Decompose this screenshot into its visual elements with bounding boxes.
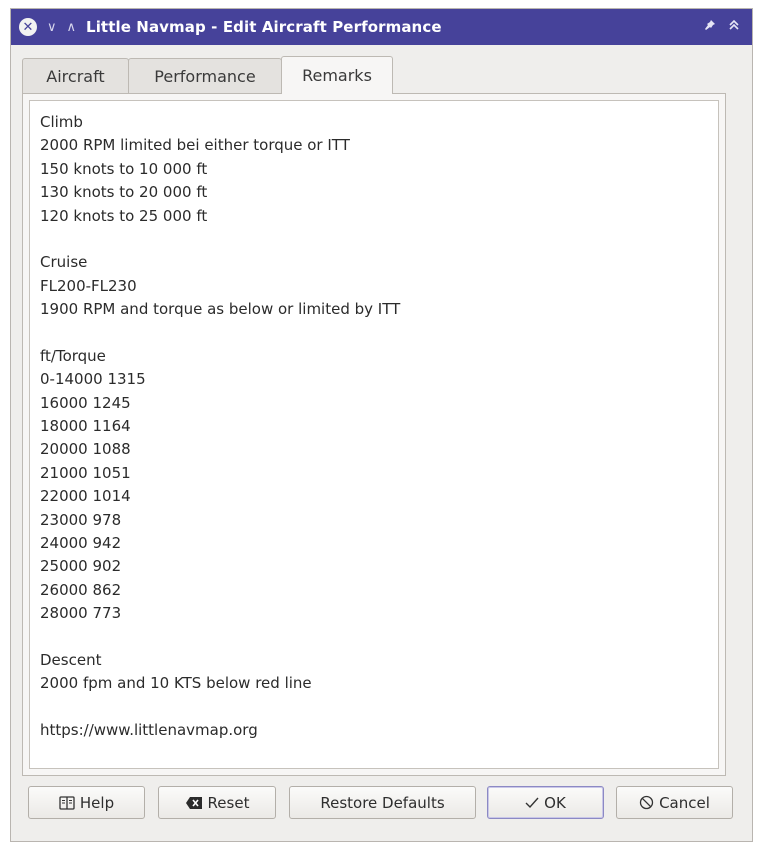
backspace-icon (185, 796, 203, 810)
ok-button-label: OK (544, 793, 566, 812)
ok-button[interactable]: OK (487, 786, 604, 819)
remarks-line: 24000 942 (40, 534, 122, 553)
remarks-line: 18000 1164 (40, 417, 131, 436)
tab-performance[interactable]: Performance (128, 58, 282, 94)
remarks-line: 150 knots to 10 000 ft (40, 159, 208, 178)
checkmark-icon (525, 797, 539, 809)
keep-above-icon[interactable] (728, 19, 740, 35)
help-button-label: Help (79, 793, 115, 812)
remarks-line (40, 228, 718, 251)
remarks-text-area[interactable]: Climb 2000 RPM limited bei either torque … (29, 100, 719, 769)
remarks-line: 23000 978 (40, 510, 122, 529)
chevron-down-icon[interactable]: ∨ (47, 21, 57, 34)
remarks-line: 130 knots to 20 000 ft (40, 183, 208, 202)
remarks-line: 16000 1245 (40, 393, 131, 412)
remarks-line: 20000 1088 (40, 440, 131, 459)
chevron-up-icon[interactable]: ∧ (67, 21, 77, 34)
remarks-line: 28000 773 (40, 604, 122, 623)
remarks-line: Descent (40, 650, 102, 669)
remarks-line: 0-14000 1315 (40, 370, 146, 389)
remarks-line: 1900 RPM and torque as below or limited … (40, 300, 401, 319)
remarks-line: Cruise (40, 253, 88, 272)
help-icon (59, 795, 75, 810)
remarks-line: ft/Torque (40, 346, 106, 365)
restore-defaults-button[interactable]: Restore Defaults (289, 786, 476, 819)
tab-bar: Aircraft Performance Remarks (22, 56, 393, 94)
remarks-line: 26000 862 (40, 580, 122, 599)
cancel-button-label: Cancel (659, 793, 710, 812)
remarks-line: 22000 1014 (40, 487, 131, 506)
pin-icon[interactable] (704, 19, 716, 35)
remarks-line (40, 626, 718, 649)
remarks-line (40, 696, 718, 719)
remarks-line: 2000 RPM limited bei either torque or IT… (40, 136, 350, 155)
button-bar: Help Reset Restore Defaults OK Cancel (28, 786, 734, 820)
restore-defaults-label: Restore Defaults (320, 793, 445, 812)
cancel-button[interactable]: Cancel (616, 786, 733, 819)
remarks-line: 2000 fpm and 10 KTS below red line (40, 674, 312, 693)
remarks-line: FL200-FL230 (40, 276, 137, 295)
reset-button-label: Reset (207, 793, 250, 812)
remarks-line: https://www.littlenavmap.org (40, 721, 258, 740)
remarks-line: 120 knots to 25 000 ft (40, 206, 208, 225)
help-button[interactable]: Help (28, 786, 145, 819)
remarks-line: Climb (40, 113, 83, 131)
window-title: Little Navmap - Edit Aircraft Performanc… (86, 18, 442, 36)
tab-aircraft[interactable]: Aircraft (22, 58, 129, 94)
tab-remarks[interactable]: Remarks (281, 56, 393, 94)
close-icon[interactable]: ✕ (19, 18, 37, 36)
remarks-line: 21000 1051 (40, 463, 131, 482)
remarks-panel: Climb 2000 RPM limited bei either torque … (22, 93, 726, 776)
remarks-line (40, 322, 718, 345)
title-bar: ✕ ∨ ∧ Little Navmap - Edit Aircraft Perf… (11, 9, 752, 45)
remarks-line: 25000 902 (40, 557, 122, 576)
reset-button[interactable]: Reset (158, 786, 276, 819)
cancel-icon (639, 795, 654, 810)
